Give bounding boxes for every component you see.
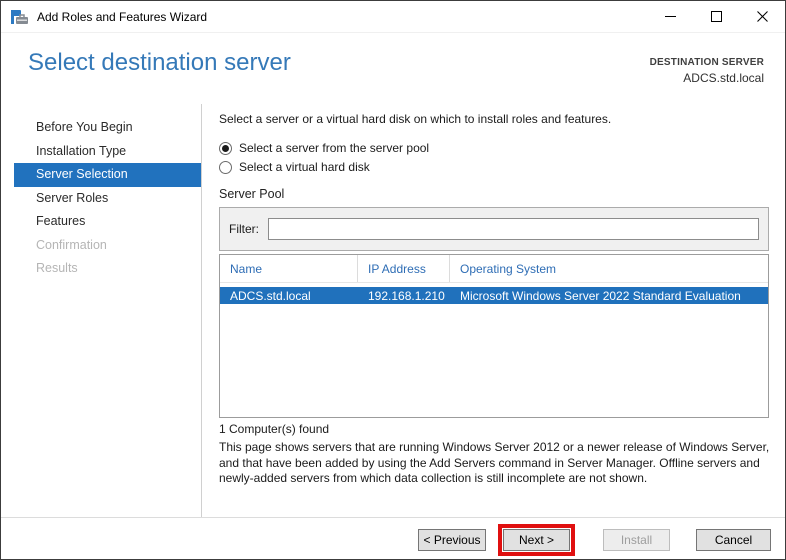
next-button[interactable]: Next > <box>503 529 570 551</box>
cell-name: ADCS.std.local <box>230 288 311 303</box>
destination-server-value: ADCS.std.local <box>683 71 764 85</box>
computers-found-text: 1 Computer(s) found <box>219 422 330 436</box>
sidebar-item-before-you-begin[interactable]: Before You Begin <box>14 116 201 140</box>
radio-label: Select a server from the server pool <box>239 141 430 155</box>
server-pool-section-title: Server Pool <box>219 187 285 201</box>
table-header-row: Name IP Address Operating System <box>220 255 768 283</box>
page-description: This page shows servers that are running… <box>219 440 770 485</box>
radio-label: Select a virtual hard disk <box>239 160 370 174</box>
radio-select-virtual-hard-disk[interactable]: Select a virtual hard disk <box>219 160 429 174</box>
maximize-icon <box>710 11 722 22</box>
minimize-icon <box>664 16 676 17</box>
cell-operating-system: Microsoft Windows Server 2022 Standard E… <box>460 288 741 303</box>
page-title: Select destination server <box>28 49 291 76</box>
sidebar-item-server-roles[interactable]: Server Roles <box>14 187 201 211</box>
sidebar-item-server-selection[interactable]: Server Selection <box>14 163 201 187</box>
install-button: Install <box>603 529 670 551</box>
server-pool-table: Name IP Address Operating System ADCS.st… <box>219 254 769 418</box>
destination-server-block: DESTINATION SERVER ADCS.std.local <box>650 57 764 85</box>
window-title: Add Roles and Features Wizard <box>37 9 208 24</box>
footer-button-bar: < Previous Next > Install Cancel <box>1 517 785 559</box>
radio-select-server-from-pool[interactable]: Select a server from the server pool <box>219 141 429 155</box>
sidebar-item-installation-type[interactable]: Installation Type <box>14 140 201 164</box>
sidebar-item-features[interactable]: Features <box>14 210 201 234</box>
minimize-button[interactable] <box>647 1 693 32</box>
wizard-steps-sidebar: Before You Begin Installation Type Serve… <box>1 104 202 517</box>
sidebar-item-confirmation: Confirmation <box>36 237 107 252</box>
filter-input[interactable] <box>268 218 759 240</box>
close-icon <box>756 11 768 22</box>
window-controls <box>647 1 785 32</box>
filter-label: Filter: <box>229 222 259 236</box>
destination-server-label: DESTINATION SERVER <box>649 57 764 68</box>
column-header-operating-system[interactable]: Operating System <box>450 255 768 282</box>
table-row-adcs[interactable]: ADCS.std.local 192.168.1.210 Microsoft W… <box>220 287 768 304</box>
wizard-toolbox-icon <box>11 9 28 25</box>
filter-box: Filter: <box>219 207 769 251</box>
column-header-ip-address[interactable]: IP Address <box>358 255 450 282</box>
column-header-name[interactable]: Name <box>220 255 358 282</box>
destination-type-radio-group: Select a server from the server pool Sel… <box>219 141 429 174</box>
radio-unselected-icon <box>219 160 232 174</box>
previous-button[interactable]: < Previous <box>418 529 486 551</box>
close-button[interactable] <box>739 1 785 32</box>
sidebar-item-results: Results <box>36 261 78 275</box>
maximize-button[interactable] <box>693 1 739 32</box>
next-button-highlight: Next > <box>498 524 575 556</box>
cell-ip-address: 192.168.1.210 <box>368 288 445 303</box>
cancel-button[interactable]: Cancel <box>696 529 771 551</box>
titlebar: Add Roles and Features Wizard <box>1 1 785 33</box>
radio-selected-icon <box>219 141 232 155</box>
add-roles-features-wizard-window: Add Roles and Features Wizard Select des… <box>0 0 786 560</box>
table-body: ADCS.std.local 192.168.1.210 Microsoft W… <box>220 283 768 304</box>
intro-text: Select a server or a virtual hard disk o… <box>219 112 612 126</box>
